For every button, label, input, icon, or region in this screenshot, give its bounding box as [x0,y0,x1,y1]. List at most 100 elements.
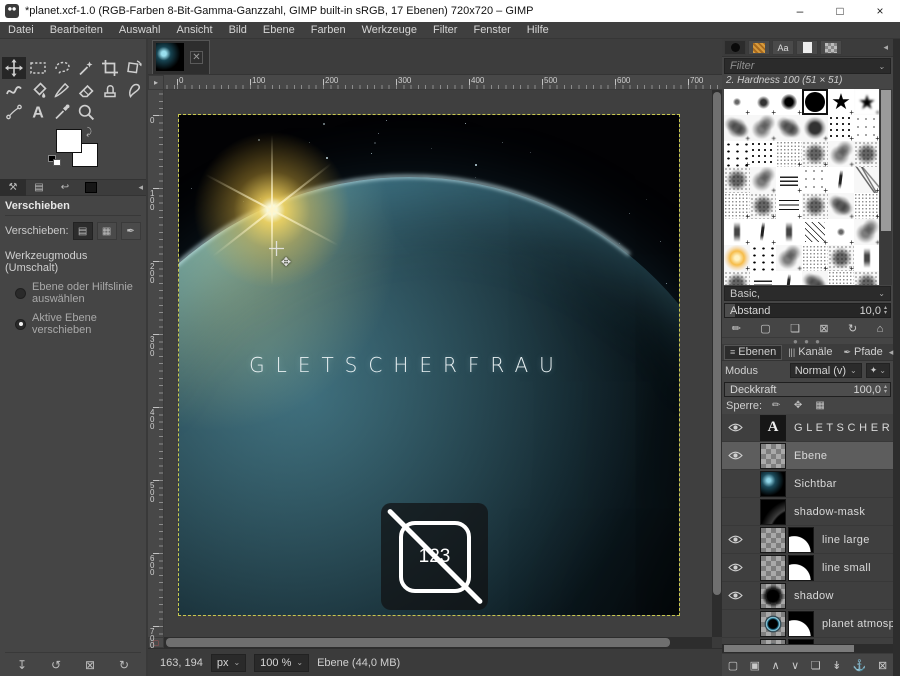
brush-specks2[interactable]: + [854,115,879,141]
menu-datei[interactable]: Datei [0,22,42,38]
tool-eraser[interactable] [74,79,98,101]
menu-bearbeiten[interactable]: Bearbeiten [42,22,111,38]
layer-row[interactable]: shadow-mask [722,498,893,526]
menu-hilfe[interactable]: Hilfe [519,22,557,38]
save-tool-preset-icon[interactable]: ↧ [10,658,34,672]
menu-ebene[interactable]: Ebene [255,22,303,38]
ruler-origin-button[interactable]: ▸ [148,75,164,90]
unit-select[interactable]: px⌄ [211,654,246,672]
tab-pfade[interactable]: ✒Pfade [838,345,887,360]
brush-grunge[interactable] [854,141,879,167]
tool-bucket-fill[interactable] [26,79,50,101]
brush-splat[interactable]: + [828,193,854,219]
brush-grunge[interactable] [802,193,828,219]
layer-name[interactable]: planet atmosphere [822,618,893,630]
color-swatches[interactable]: ⤸ [52,129,112,175]
brush-fuzzstar[interactable]: ★+ [854,89,879,115]
tab-images[interactable] [78,179,104,196]
lock-position-icon[interactable]: ✥ [790,399,806,413]
brush-grunge[interactable] [724,167,750,193]
radio-option-0[interactable]: Ebene oder Hilfslinie auswählen [15,281,141,305]
brush-scrollbar[interactable] [880,89,892,285]
swap-colors-icon[interactable]: ⤸ [86,127,92,138]
tool-unified-transform[interactable] [122,57,146,79]
layer-name[interactable]: shadow [794,590,834,602]
tool-free-select[interactable] [50,57,74,79]
brush-sketch[interactable]: + [854,167,879,193]
brush-hlines[interactable]: + [776,193,802,219]
brush-splat2[interactable]: + [776,245,802,271]
brush-splat[interactable] [776,115,802,141]
layer-visibility-toggle[interactable] [722,562,748,573]
layer-visibility-toggle[interactable] [722,450,748,461]
brush-spacing-slider[interactable]: Abstand 10,0 ▴▾ [724,303,891,318]
layer-name[interactable]: line small [822,562,871,574]
brush-scratch[interactable] [828,167,854,193]
brush-noise[interactable] [828,271,854,285]
edit-brush-icon[interactable]: ✏ [732,322,741,335]
canvas-viewport[interactable]: GLETSCHERFRAU 123 ✥ [164,90,712,637]
delete-layer-icon[interactable]: ⊠ [878,659,887,672]
layer-row[interactable]: line small [722,554,893,582]
brush-grunge[interactable]: + [802,141,828,167]
tab-device-status[interactable]: ▤ [26,179,52,196]
layer-visibility-toggle[interactable] [722,590,748,601]
layer-row[interactable]: planet atmosphere [722,610,893,638]
brush-hard[interactable] [802,89,828,115]
tab-patterns[interactable] [748,40,770,55]
brush-star[interactable]: ★+ [828,89,854,115]
tab-kanäle[interactable]: |||Kanäle [783,345,837,360]
dock-menu-icon[interactable]: ◂ [138,182,143,193]
brush-group-select[interactable]: Basic, ⌄ [724,286,891,301]
layer-thumbnail[interactable]: A [760,415,786,441]
brush-grunge[interactable]: + [854,271,879,285]
anchor-layer-icon[interactable]: ⚓ [853,659,867,672]
layer-name[interactable]: line large [822,534,870,546]
tool-rectangle-select[interactable] [26,57,50,79]
merge-down-icon[interactable]: ↡ [832,659,841,672]
menu-fenster[interactable]: Fenster [465,22,518,38]
layer-row[interactable]: Ebene [722,442,893,470]
menu-farben[interactable]: Farben [303,22,354,38]
tool-paintbrush[interactable] [50,79,74,101]
vertical-scrollbar[interactable] [712,90,722,637]
tab-document-history[interactable] [796,40,818,55]
layer-thumbnail[interactable] [760,499,786,525]
tool-crop[interactable] [98,57,122,79]
dock-menu-icon[interactable]: ◂ [889,347,894,358]
layers-scrollbar[interactable] [722,644,893,653]
navigation-button[interactable] [712,637,722,648]
brush-grunge[interactable]: + [828,245,854,271]
tool-text[interactable]: A [26,101,50,123]
menu-filter[interactable]: Filter [425,22,465,38]
close-button[interactable]: × [860,0,900,22]
delete-tool-preset-icon[interactable]: ⊠ [78,658,102,672]
brush-scatter[interactable] [750,245,776,271]
tab-brushes[interactable] [724,40,746,55]
zoom-select[interactable]: 100 %⌄ [254,654,309,672]
new-brush-icon[interactable]: ▢ [760,322,770,335]
menu-auswahl[interactable]: Auswahl [111,22,169,38]
brush-smear[interactable]: + [750,271,776,285]
radio-icon[interactable] [15,288,26,299]
menu-ansicht[interactable]: Ansicht [168,22,220,38]
layer-mask-thumbnail[interactable] [788,611,814,637]
dock-menu-icon[interactable]: ◂ [883,42,888,53]
brush-specks2[interactable]: + [802,167,828,193]
blend-space-select[interactable]: ✦⌄ [866,363,890,378]
brush-splat2[interactable]: + [750,115,776,141]
tab-undo-history[interactable]: ↩ [52,179,78,196]
brush-vsmear[interactable] [776,219,802,245]
brush-scatter[interactable]: + [724,141,750,167]
radio-option-1[interactable]: Aktive Ebene verschieben [15,312,141,336]
layer-thumbnail[interactable] [760,471,786,497]
tab-ebenen[interactable]: ≡Ebenen [724,345,782,360]
brush-specks[interactable] [750,141,776,167]
move-path-button[interactable]: ✒ [121,222,141,240]
reset-tool-options-icon[interactable]: ↻ [112,658,136,672]
tab-palettes[interactable] [820,40,842,55]
tool-warp-transform[interactable] [2,79,26,101]
maximize-button[interactable]: □ [820,0,860,22]
move-layer-button[interactable]: ▤ [73,222,93,240]
spinner-arrows-icon[interactable]: ▴▾ [884,306,890,316]
